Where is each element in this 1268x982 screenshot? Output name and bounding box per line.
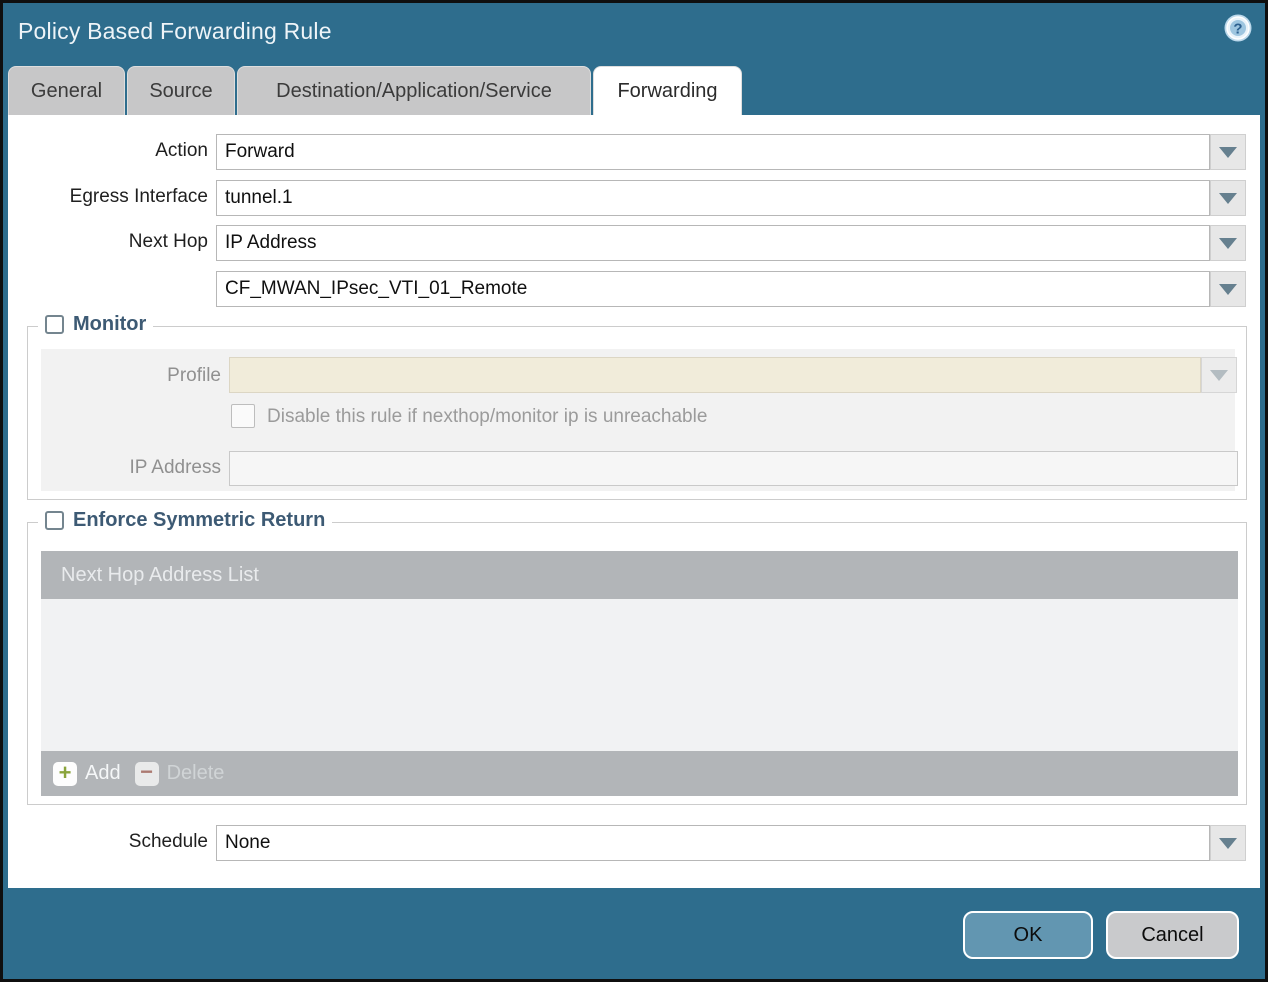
next-hop-type-dropdown-button[interactable]	[1210, 225, 1246, 261]
forwarding-tab-panel: Action Egress Interface Next Hop Monitor…	[8, 115, 1260, 888]
enforce-symmetric-return-checkbox[interactable]	[45, 511, 64, 530]
monitor-section-label: Monitor	[73, 313, 147, 335]
monitor-section: Monitor Profile Disable this rule if nex…	[27, 313, 1247, 500]
egress-interface-dropdown-button[interactable]	[1210, 180, 1246, 216]
tab-destination-application-service[interactable]: Destination/Application/Service	[237, 66, 591, 115]
pbf-rule-dialog: Policy Based Forwarding Rule ? General S…	[0, 0, 1268, 982]
chevron-down-icon	[1219, 837, 1237, 849]
cancel-button[interactable]: Cancel	[1106, 911, 1239, 959]
add-button-label: Add	[85, 762, 121, 784]
profile-label: Profile	[167, 365, 221, 386]
next-hop-address-dropdown-button[interactable]	[1210, 271, 1246, 307]
delete-button[interactable]: − Delete	[134, 760, 225, 786]
plus-icon: +	[53, 761, 77, 786]
enforce-symmetric-return-label: Enforce Symmetric Return	[73, 509, 326, 531]
next-hop-address-list-header: Next Hop Address List	[41, 551, 1238, 599]
schedule-dropdown-button[interactable]	[1210, 825, 1246, 861]
monitor-ip-address-label: IP Address	[129, 457, 221, 478]
schedule-label: Schedule	[128, 831, 208, 852]
next-hop-address-list-table: Next Hop Address List + Add − Delete	[41, 551, 1238, 796]
next-hop-address-list-body[interactable]	[41, 599, 1238, 751]
disable-rule-label: Disable this rule if nexthop/monitor ip …	[267, 406, 708, 427]
dialog-title: Policy Based Forwarding Rule	[18, 18, 332, 44]
chevron-down-icon	[1219, 283, 1237, 295]
enforce-symmetric-return-section: Enforce Symmetric Return Next Hop Addres…	[27, 509, 1247, 805]
svg-text:?: ?	[1233, 21, 1242, 38]
chevron-down-icon	[1210, 369, 1228, 381]
profile-select	[229, 357, 1201, 393]
chevron-down-icon	[1219, 146, 1237, 158]
next-hop-address-select[interactable]	[216, 271, 1210, 307]
add-button[interactable]: + Add	[53, 761, 121, 786]
tab-source[interactable]: Source	[127, 66, 235, 115]
profile-dropdown-button	[1201, 357, 1237, 393]
next-hop-label: Next Hop	[128, 231, 208, 252]
next-hop-address-list-toolbar: + Add − Delete	[41, 751, 1238, 796]
delete-button-label: Delete	[166, 762, 225, 784]
schedule-select[interactable]	[216, 825, 1210, 861]
ok-button[interactable]: OK	[963, 911, 1093, 959]
monitor-checkbox[interactable]	[45, 315, 64, 334]
monitor-ip-address-field	[229, 451, 1238, 486]
egress-interface-select[interactable]	[216, 180, 1210, 216]
action-select[interactable]	[216, 134, 1210, 170]
action-dropdown-button[interactable]	[1210, 134, 1246, 170]
minus-icon: −	[134, 760, 159, 786]
next-hop-type-select[interactable]	[216, 225, 1210, 261]
monitor-panel: Profile Disable this rule if nexthop/mon…	[41, 349, 1238, 491]
action-label: Action	[155, 140, 208, 161]
help-icon[interactable]: ?	[1223, 13, 1253, 43]
tab-general[interactable]: General	[8, 66, 125, 115]
tab-forwarding[interactable]: Forwarding	[593, 66, 742, 115]
tab-bar: General Source Destination/Application/S…	[8, 66, 742, 115]
chevron-down-icon	[1219, 237, 1237, 249]
disable-rule-checkbox	[231, 404, 255, 428]
chevron-down-icon	[1219, 192, 1237, 204]
egress-interface-label: Egress Interface	[69, 186, 208, 207]
